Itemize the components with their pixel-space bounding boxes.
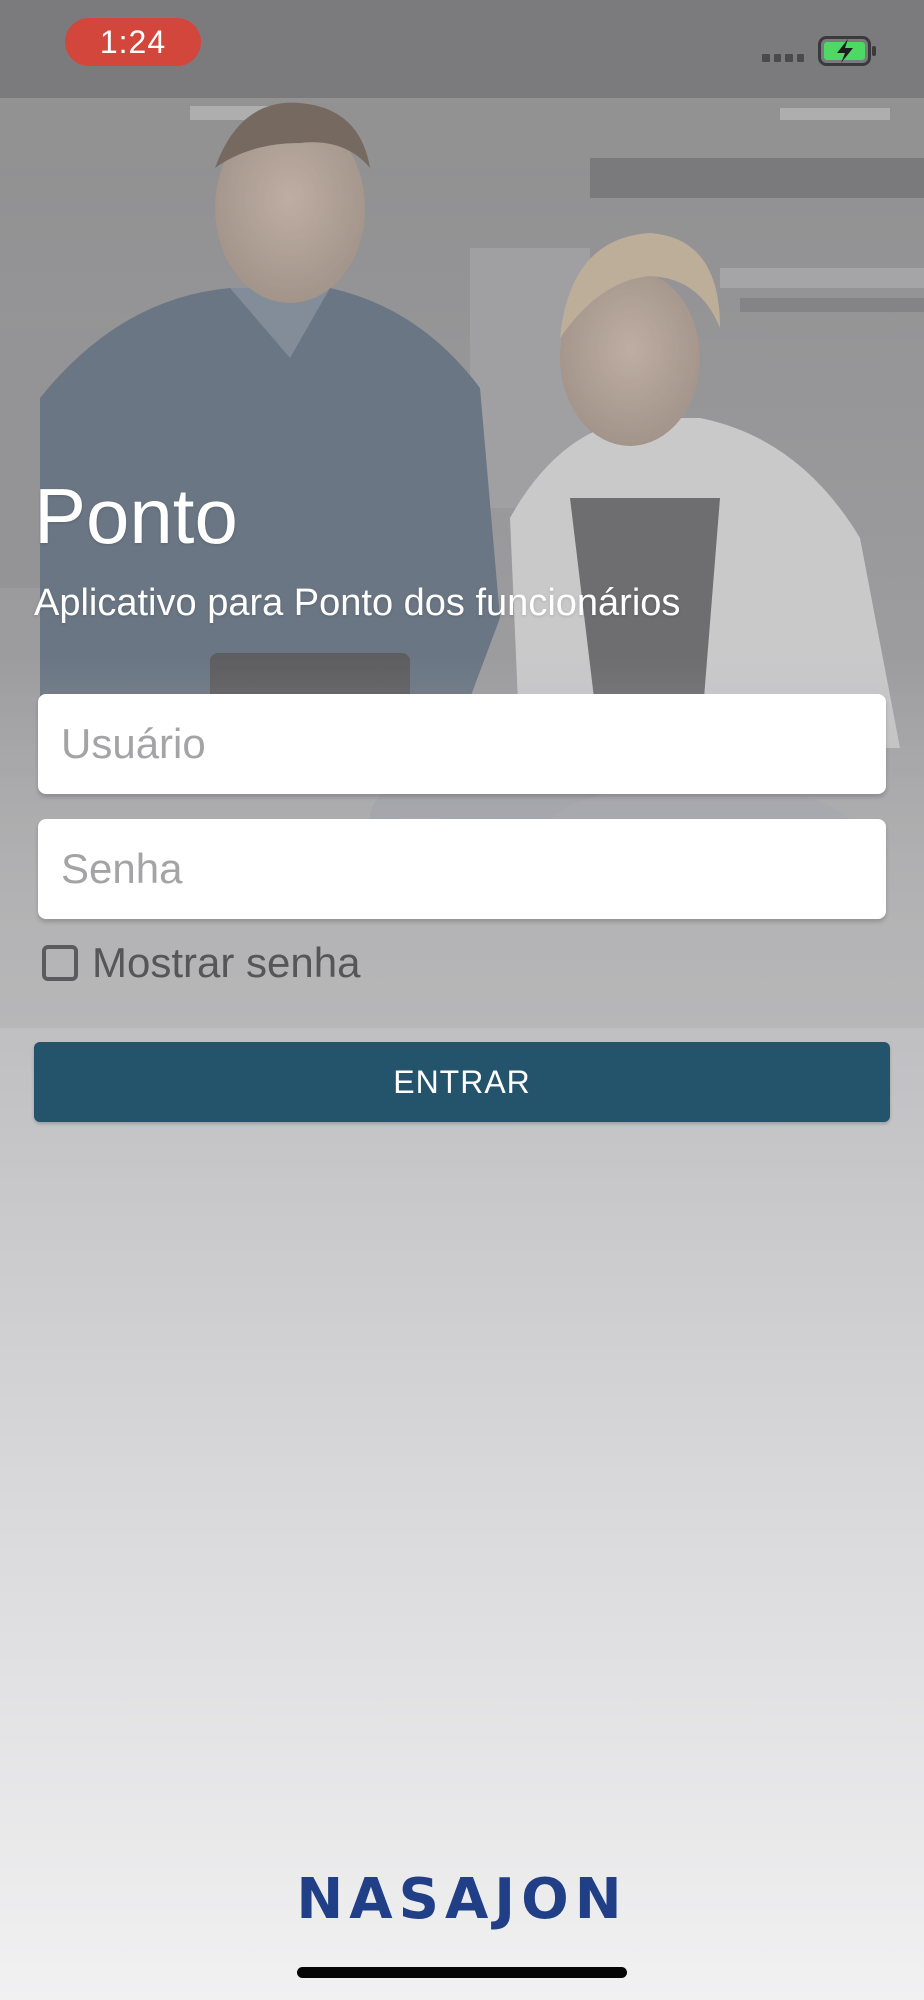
signal-dots-icon: [762, 54, 804, 62]
login-form-area: Ponto Aplicativo para Ponto dos funcioná…: [0, 0, 924, 2000]
nasajon-logo: NASAJON: [296, 1867, 628, 1932]
status-time: 1:24: [65, 18, 201, 66]
battery-charging-icon: [818, 36, 876, 66]
show-password-checkbox[interactable]: [42, 945, 78, 981]
app-title: Ponto: [34, 472, 238, 560]
home-indicator: [297, 1967, 627, 1978]
login-screen: 1:24 Ponto Aplicativo para Ponto dos fun…: [0, 0, 924, 2000]
username-input[interactable]: [38, 694, 886, 794]
login-button[interactable]: ENTRAR: [34, 1042, 890, 1122]
show-password-label: Mostrar senha: [92, 939, 361, 986]
status-bar: 1:24: [0, 0, 924, 98]
app-subtitle: Aplicativo para Ponto dos funcionários: [34, 582, 681, 624]
password-input[interactable]: [38, 819, 886, 919]
show-password-toggle[interactable]: Mostrar senha: [42, 934, 360, 992]
